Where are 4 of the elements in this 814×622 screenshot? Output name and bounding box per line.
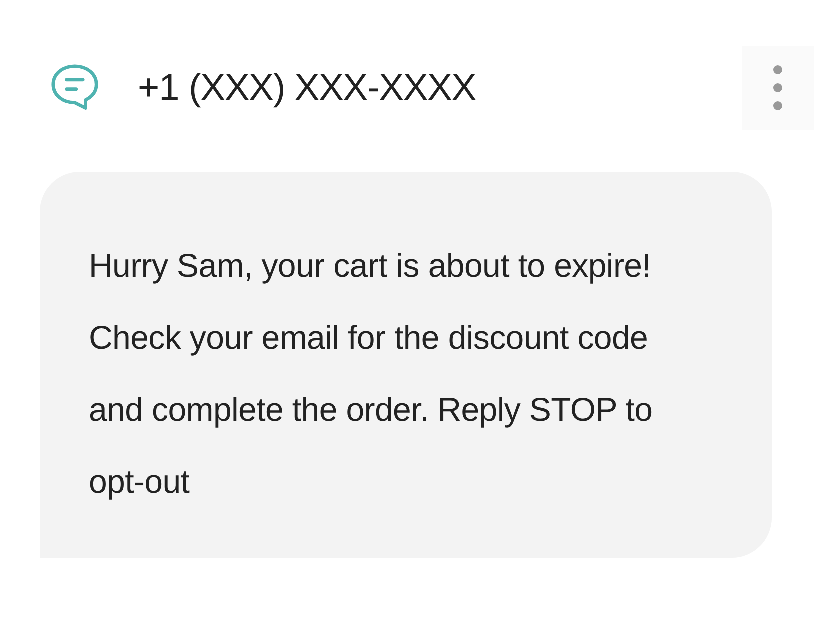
more-options-button[interactable] xyxy=(742,46,814,130)
phone-number: +1 (XXX) XXX-XXXX xyxy=(138,67,477,109)
more-icon xyxy=(773,65,783,111)
message-text: Hurry Sam, your cart is about to expire! Check your email for the discount code and complete the order. Reply STOP to opt-out xyxy=(89,246,654,502)
